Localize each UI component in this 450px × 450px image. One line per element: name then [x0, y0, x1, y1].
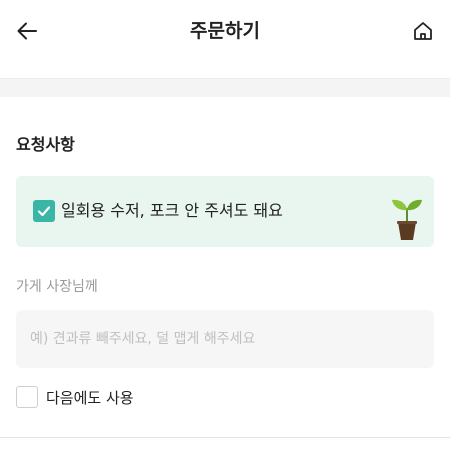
- eco-option-label: 일회용 수저, 포크 안 주셔도 돼요: [61, 201, 283, 220]
- section-title: 요청사항: [16, 135, 75, 154]
- sprout-icon: [392, 199, 422, 240]
- check-icon: [37, 206, 51, 217]
- bottom-divider: [0, 437, 450, 438]
- reuse-option[interactable]: 다음에도 사용: [16, 383, 134, 411]
- reuse-checkbox[interactable]: [16, 386, 38, 408]
- reuse-label: 다음에도 사용: [46, 388, 134, 407]
- eco-option[interactable]: 일회용 수저, 포크 안 주셔도 돼요: [16, 176, 434, 247]
- top-app-bar: 주문하기: [0, 0, 450, 62]
- home-icon: [414, 22, 432, 40]
- eco-checkbox[interactable]: [33, 200, 55, 222]
- owner-request-input[interactable]: [16, 310, 434, 368]
- owner-request-label: 가게 사장님께: [16, 279, 98, 295]
- home-button[interactable]: [406, 14, 440, 48]
- page-title: 주문하기: [190, 20, 260, 42]
- section-divider: [0, 78, 450, 97]
